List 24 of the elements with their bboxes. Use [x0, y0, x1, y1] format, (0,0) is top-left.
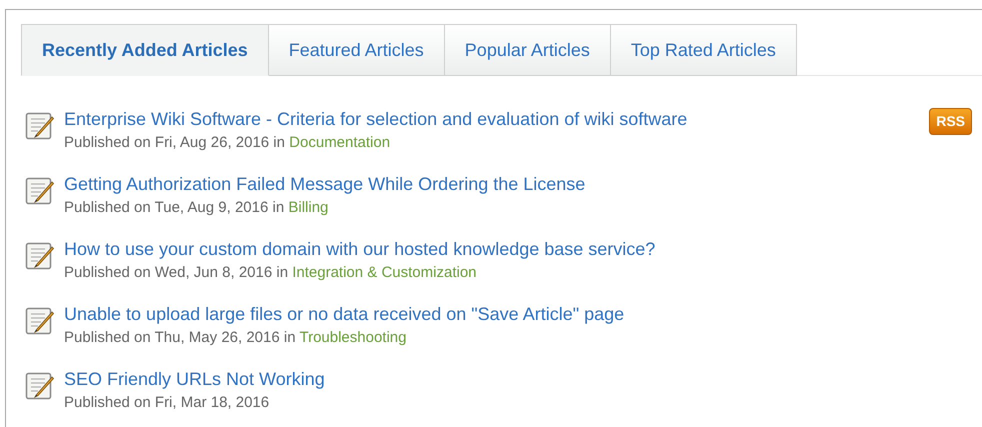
article-link[interactable]: How to use your custom domain with our hosted knowledge base service?: [64, 236, 656, 262]
category-link[interactable]: Billing: [288, 199, 328, 216]
article-link[interactable]: SEO Friendly URLs Not Working: [64, 366, 325, 392]
category-link[interactable]: Integration & Customization: [292, 264, 476, 281]
tab[interactable]: Top Rated Articles: [610, 24, 797, 76]
document-pencil-icon: [25, 110, 55, 140]
category-link[interactable]: Troubleshooting: [299, 329, 406, 346]
publish-info: Published on Wed, Jun 8, 2016 in Integration & Customization: [64, 263, 478, 283]
category-link[interactable]: Documentation: [289, 134, 390, 151]
tab[interactable]: Featured Articles: [268, 24, 445, 76]
document-pencil-icon: [25, 305, 55, 335]
document-pencil-icon: [25, 175, 55, 205]
tab[interactable]: Popular Articles: [444, 24, 611, 76]
rss-button[interactable]: RSS: [929, 108, 972, 135]
article-link[interactable]: Unable to upload large files or no data received on "Save Article" page: [64, 301, 624, 327]
publish-info: Published on Fri, Mar 18, 2016: [64, 393, 270, 413]
document-pencil-icon: [25, 370, 55, 400]
publish-info: Published on Fri, Aug 26, 2016 in Documentation: [64, 133, 392, 153]
publish-info: Published on Thu, May 26, 2016 in Troubleshooting: [64, 328, 408, 348]
publish-info: Published on Tue, Aug 9, 2016 in Billing: [64, 198, 330, 218]
document-pencil-icon: [25, 240, 55, 270]
article-link[interactable]: Enterprise Wiki Software - Criteria for selection and evaluation of wiki software: [64, 106, 688, 132]
article-link[interactable]: Getting Authorization Failed Message While Ordering the License: [64, 171, 586, 197]
tab[interactable]: Recently Added Articles: [21, 24, 269, 76]
